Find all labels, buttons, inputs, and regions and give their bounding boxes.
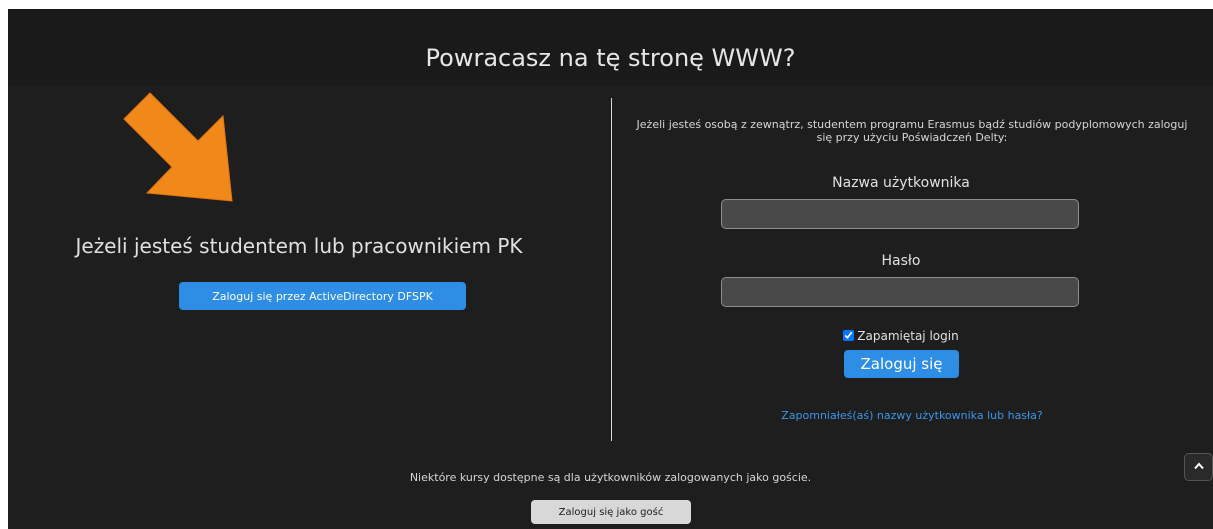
forgot-credentials-link[interactable]: Zapomniałeś(aś) nazwy użytkownika lub ha…	[628, 409, 1196, 423]
page-title: Powracasz na tę stronę WWW?	[425, 44, 796, 72]
remember-login-checkbox[interactable]	[843, 330, 855, 341]
activedirectory-login-button[interactable]: Zaloguj się przez ActiveDirectory DFSPK	[179, 282, 466, 310]
external-login-info: Jeżeli jesteś osobą z zewnątrz, studente…	[636, 118, 1188, 144]
username-input[interactable]	[721, 199, 1079, 229]
chevron-up-icon	[1193, 462, 1204, 470]
arrow-down-right-icon	[123, 92, 233, 202]
staff-student-heading: Jeżeli jesteś studentem lub pracownikiem…	[75, 234, 523, 258]
username-label: Nazwa użytkownika	[832, 175, 970, 191]
remember-login-label[interactable]: Zapamiętaj login	[857, 329, 958, 343]
arrow-shape	[123, 92, 233, 202]
vertical-divider	[611, 98, 612, 441]
guest-access-info: Niektóre kursy dostępne są dla użytkowni…	[409, 471, 812, 484]
guest-login-button[interactable]: Zaloguj się jako gość	[531, 500, 691, 524]
password-input[interactable]	[721, 277, 1079, 307]
remember-login-row: Zapamiętaj login	[721, 328, 1081, 344]
login-panel: Powracasz na tę stronę WWW? Jeżeli jeste…	[8, 9, 1213, 529]
login-button[interactable]: Zaloguj się	[844, 350, 959, 378]
password-label: Hasło	[881, 253, 921, 269]
